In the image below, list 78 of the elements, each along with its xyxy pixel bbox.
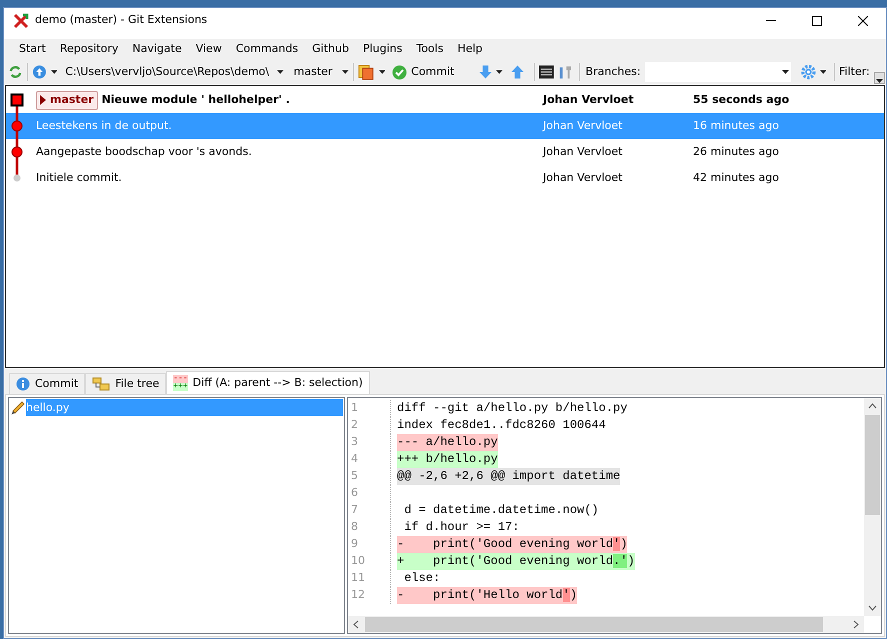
line-number: 6 bbox=[350, 485, 359, 502]
branches-label: Branches: bbox=[584, 64, 641, 80]
menu-item[interactable]: Commands bbox=[228, 40, 306, 58]
commit-node bbox=[10, 94, 24, 106]
diff-line: else: bbox=[403, 570, 440, 587]
commit-message: Nieuwe module ' hellohelper' . bbox=[102, 92, 290, 108]
filter-label: Filter: bbox=[839, 64, 870, 80]
menu-item[interactable]: Navigate bbox=[125, 40, 189, 58]
line-number: 5 bbox=[350, 468, 359, 484]
play-icon bbox=[40, 95, 46, 105]
caret-icon bbox=[876, 79, 883, 83]
line-number: 7 bbox=[350, 502, 359, 518]
window-title: demo (master) - Git Extensions bbox=[35, 12, 208, 28]
vertical-scrollbar[interactable] bbox=[864, 398, 881, 616]
tab[interactable]: Commit bbox=[9, 373, 86, 394]
minimize-icon bbox=[766, 20, 776, 21]
console-icon[interactable] bbox=[538, 65, 554, 79]
branches-stack-icon[interactable] bbox=[358, 63, 375, 81]
commit-date: 16 minutes ago bbox=[693, 118, 779, 134]
line-number: 2 bbox=[350, 417, 359, 434]
pencil-icon bbox=[10, 400, 26, 416]
diff-line: diff --git a/hello.py b/hello.py bbox=[397, 400, 628, 417]
line-number: 10 bbox=[350, 553, 366, 570]
line-number: 1 bbox=[350, 400, 359, 416]
menu-item[interactable]: Plugins bbox=[356, 40, 410, 58]
app-logo-icon bbox=[13, 12, 29, 28]
repository-path-dropdown[interactable]: C:\Users\vervljo\Source\Repos\demo\ bbox=[61, 64, 274, 80]
caret-icon[interactable] bbox=[496, 70, 503, 74]
commit-message: Initiele commit. bbox=[36, 170, 122, 186]
commit-row[interactable]: Aangepaste boodschap voor 's avonds. Johan Vervloet 26 minutes ago bbox=[6, 139, 884, 165]
commit-date: 26 minutes ago bbox=[693, 144, 779, 160]
commit-node bbox=[14, 174, 20, 182]
close-icon bbox=[858, 16, 868, 26]
line-number: 9 bbox=[350, 536, 359, 552]
diff-line: if d.hour >= 17: bbox=[403, 519, 520, 536]
caret-icon[interactable] bbox=[50, 70, 58, 74]
commit-author: Johan Vervloet bbox=[543, 118, 622, 132]
info-icon bbox=[16, 377, 30, 391]
menu-item[interactable]: Help bbox=[450, 40, 490, 58]
menu-item[interactable]: View bbox=[188, 40, 229, 58]
line-number: 3 bbox=[350, 434, 359, 450]
commit-message: Leestekens in de output. bbox=[36, 118, 172, 134]
line-number: 8 bbox=[350, 519, 359, 536]
commit-author: Johan Vervloet bbox=[543, 170, 622, 184]
commit-message: Aangepaste boodschap voor 's avonds. bbox=[36, 144, 252, 160]
menu-item[interactable]: Repository bbox=[52, 40, 126, 58]
commit-button[interactable]: Commit bbox=[389, 64, 458, 80]
branch-label: master bbox=[36, 90, 98, 110]
caret-icon[interactable] bbox=[820, 70, 826, 74]
menu-item[interactable]: Github bbox=[305, 40, 356, 58]
menu-item[interactable]: Tools bbox=[409, 40, 450, 58]
diff-line: index fec8de1..fdc8260 100644 bbox=[397, 417, 606, 434]
menu-item[interactable]: Start bbox=[12, 40, 53, 58]
commit-node bbox=[12, 146, 22, 158]
folder-tree-icon bbox=[92, 377, 110, 391]
horizontal-scrollbar[interactable] bbox=[348, 616, 864, 633]
scroll-thumb[interactable] bbox=[865, 415, 880, 515]
check-circle-icon bbox=[392, 64, 408, 80]
commit-row[interactable]: Initiele commit. Johan Vervloet 42 minutes ago bbox=[6, 165, 884, 191]
line-number: 4 bbox=[350, 451, 359, 468]
caret-icon[interactable] bbox=[378, 70, 386, 74]
tab[interactable]: File tree bbox=[85, 373, 166, 394]
commit-author: Johan Vervloet bbox=[543, 92, 634, 106]
caret-icon[interactable] bbox=[782, 70, 789, 74]
line-number: 11 bbox=[350, 570, 366, 586]
line-number: 12 bbox=[350, 587, 366, 604]
scroll-thumb[interactable] bbox=[365, 617, 823, 632]
branch-dropdown[interactable]: master bbox=[288, 64, 338, 80]
caret-icon[interactable] bbox=[342, 70, 349, 74]
overflow-button[interactable] bbox=[874, 72, 886, 84]
commit-author: Johan Vervloet bbox=[543, 144, 622, 158]
diff-line: d = datetime.datetime.now() bbox=[403, 502, 599, 519]
caret-icon[interactable] bbox=[277, 70, 284, 74]
refresh-icon[interactable] bbox=[8, 64, 23, 80]
commit-node bbox=[12, 120, 22, 132]
commit-date: 55 seconds ago bbox=[693, 92, 790, 108]
maximize-icon bbox=[812, 16, 822, 26]
commit-date: 42 minutes ago bbox=[693, 170, 779, 186]
